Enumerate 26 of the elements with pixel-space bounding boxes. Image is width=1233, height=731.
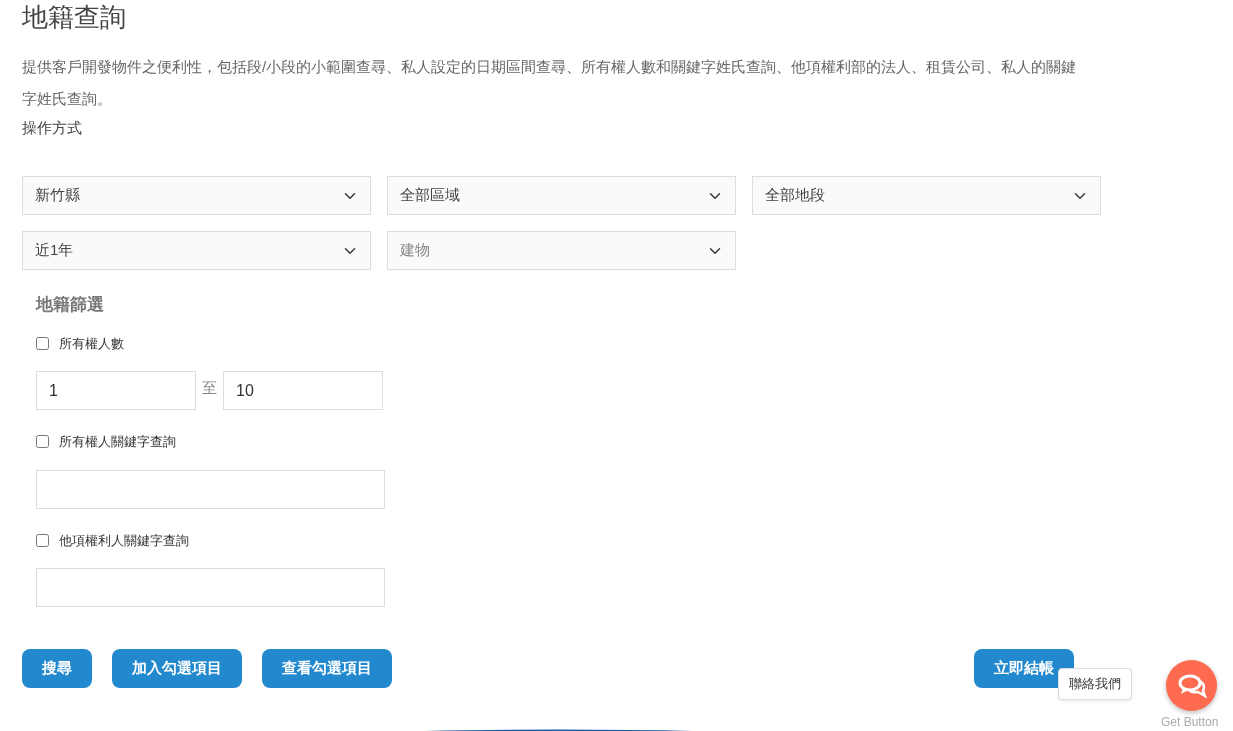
dropdown-select[interactable]: 近1年 [22,231,371,271]
checkbox[interactable] [36,336,49,350]
action-button[interactable]: 搜尋 [22,649,92,689]
checkbox[interactable] [36,533,49,547]
action-button[interactable]: 加入勾選項目 [112,649,242,689]
chat-caption: Get Button [1161,714,1219,731]
keyword-field[interactable] [36,469,385,509]
description-text: 提供客戶開發物件之便利性，包括段/小段的小範圍查尋、私人設定的日期區間查尋、所有權人數和關鍵字姓氏查詢、他項權利部的法人、租賃公司、私人的關鍵字姓氏查詢。 [22,57,1078,110]
page-title: 地籍查詢 [22,2,127,34]
checkbox[interactable] [36,435,49,449]
chat-button[interactable] [1166,660,1217,711]
range-separator: 至 [201,378,218,399]
dropdown-select[interactable]: 新竹縣 [22,176,371,216]
instructions-link[interactable]: 操作方式 [22,117,82,140]
section-heading: 地籍篩選 [36,294,105,317]
chat-tooltip: 聯絡我們 [1058,668,1132,700]
keyword-field[interactable] [36,568,385,608]
dropdown-select[interactable]: 全部區域 [387,176,736,216]
checkbox-label: 所有權人關鍵字查詢 [59,433,176,452]
number-field[interactable]: 10 [223,371,383,411]
checkbox-label: 他項權利人關鍵字查詢 [59,531,189,550]
number-field[interactable]: 1 [36,371,196,411]
chat-icon [1176,672,1207,699]
action-button[interactable]: 查看勾選項目 [262,649,392,689]
checkbox-label: 所有權人數 [59,334,124,353]
dropdown-select[interactable]: 全部地段 [752,176,1101,216]
